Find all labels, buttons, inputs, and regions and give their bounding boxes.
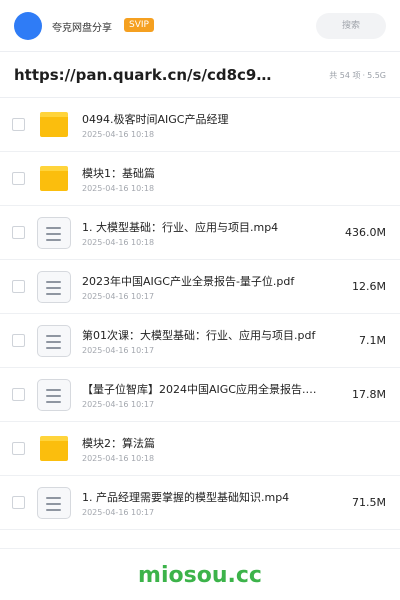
file-icon <box>37 379 71 411</box>
svip-badge: SVIP <box>124 18 154 32</box>
share-title-bar: https://pan.quark.cn/s/cd8c9c1a… 共 54 项 ·… <box>0 52 400 98</box>
select-checkbox[interactable] <box>12 388 25 401</box>
file-date: 2025-04-16 10:18 <box>82 184 155 193</box>
file-row[interactable]: 模块1：基础篇 2025-04-16 10:18 <box>0 152 400 206</box>
select-checkbox[interactable] <box>12 334 25 347</box>
file-size: 17.8M <box>352 388 386 401</box>
file-icon <box>37 325 71 357</box>
file-row[interactable]: 0494.极客时间AIGC产品经理 2025-04-16 10:18 <box>0 98 400 152</box>
avatar[interactable] <box>14 12 42 40</box>
select-checkbox[interactable] <box>12 442 25 455</box>
search-input[interactable]: 搜索 <box>316 13 386 39</box>
item-count: 共 54 项 <box>329 71 361 80</box>
file-size: 436.0M <box>345 226 386 239</box>
file-icon <box>37 217 71 249</box>
file-row[interactable]: 1. 产品经理需要掌握的模型基础知识.mp4 2025-04-16 10:17 71… <box>0 476 400 530</box>
app-header: 夸克网盘分享 SVIP 搜索 <box>0 0 400 52</box>
file-row[interactable]: 1. 大模型基础：行业、应用与项目.mp4 2025-04-16 10:18 436… <box>0 206 400 260</box>
file-name[interactable]: 模块2：算法篇 <box>82 435 322 451</box>
file-size: 12.6M <box>352 280 386 293</box>
file-icon <box>37 487 71 519</box>
select-checkbox[interactable] <box>12 226 25 239</box>
file-date: 2025-04-16 10:18 <box>82 130 155 139</box>
file-name[interactable]: 1. 产品经理需要掌握的模型基础知识.mp4 <box>82 489 322 505</box>
folder-icon <box>40 166 68 191</box>
file-name[interactable]: 第01次课：大模型基础：行业、应用与项目.pdf <box>82 327 322 343</box>
select-checkbox[interactable] <box>12 118 25 131</box>
file-row[interactable]: 模块2：算法篇 2025-04-16 10:18 <box>0 422 400 476</box>
select-checkbox[interactable] <box>12 496 25 509</box>
file-name[interactable]: 模块1：基础篇 <box>82 165 322 181</box>
file-size: 71.5M <box>352 496 386 509</box>
file-date: 2025-04-16 10:17 <box>82 508 155 517</box>
folder-icon <box>40 436 68 461</box>
folder-icon <box>40 112 68 137</box>
file-size: 7.1M <box>359 334 386 347</box>
file-row[interactable]: 2023年中国AIGC产业全景报告-量子位.pdf 2025-04-16 10:1… <box>0 260 400 314</box>
select-checkbox[interactable] <box>12 172 25 185</box>
file-name[interactable]: 2023年中国AIGC产业全景报告-量子位.pdf <box>82 273 322 289</box>
file-name[interactable]: 1. 大模型基础：行业、应用与项目.mp4 <box>82 219 322 235</box>
summary-separator: · <box>362 71 366 80</box>
total-size: 5.5G <box>367 71 386 80</box>
file-date: 2025-04-16 10:18 <box>82 238 155 247</box>
file-icon <box>37 271 71 303</box>
file-date: 2025-04-16 10:17 <box>82 346 155 355</box>
file-name[interactable]: 0494.极客时间AIGC产品经理 <box>82 111 322 127</box>
select-checkbox[interactable] <box>12 280 25 293</box>
app-name: 夸克网盘分享 <box>52 23 112 34</box>
file-date: 2025-04-16 10:17 <box>82 292 155 301</box>
share-summary: 共 54 项 · 5.5G <box>327 70 386 81</box>
watermark-text: miosou.cc <box>138 563 262 588</box>
file-date: 2025-04-16 10:17 <box>82 400 155 409</box>
file-row[interactable]: 第01次课：大模型基础：行业、应用与项目.pdf 2025-04-16 10:17… <box>0 314 400 368</box>
file-row[interactable]: 【量子位智库】2024中国AIGC应用全景报告.p… 2025-04-16 10:… <box>0 368 400 422</box>
share-url: https://pan.quark.cn/s/cd8c9c1a… <box>14 66 274 84</box>
file-name[interactable]: 【量子位智库】2024中国AIGC应用全景报告.p… <box>82 381 322 397</box>
file-date: 2025-04-16 10:18 <box>82 454 155 463</box>
